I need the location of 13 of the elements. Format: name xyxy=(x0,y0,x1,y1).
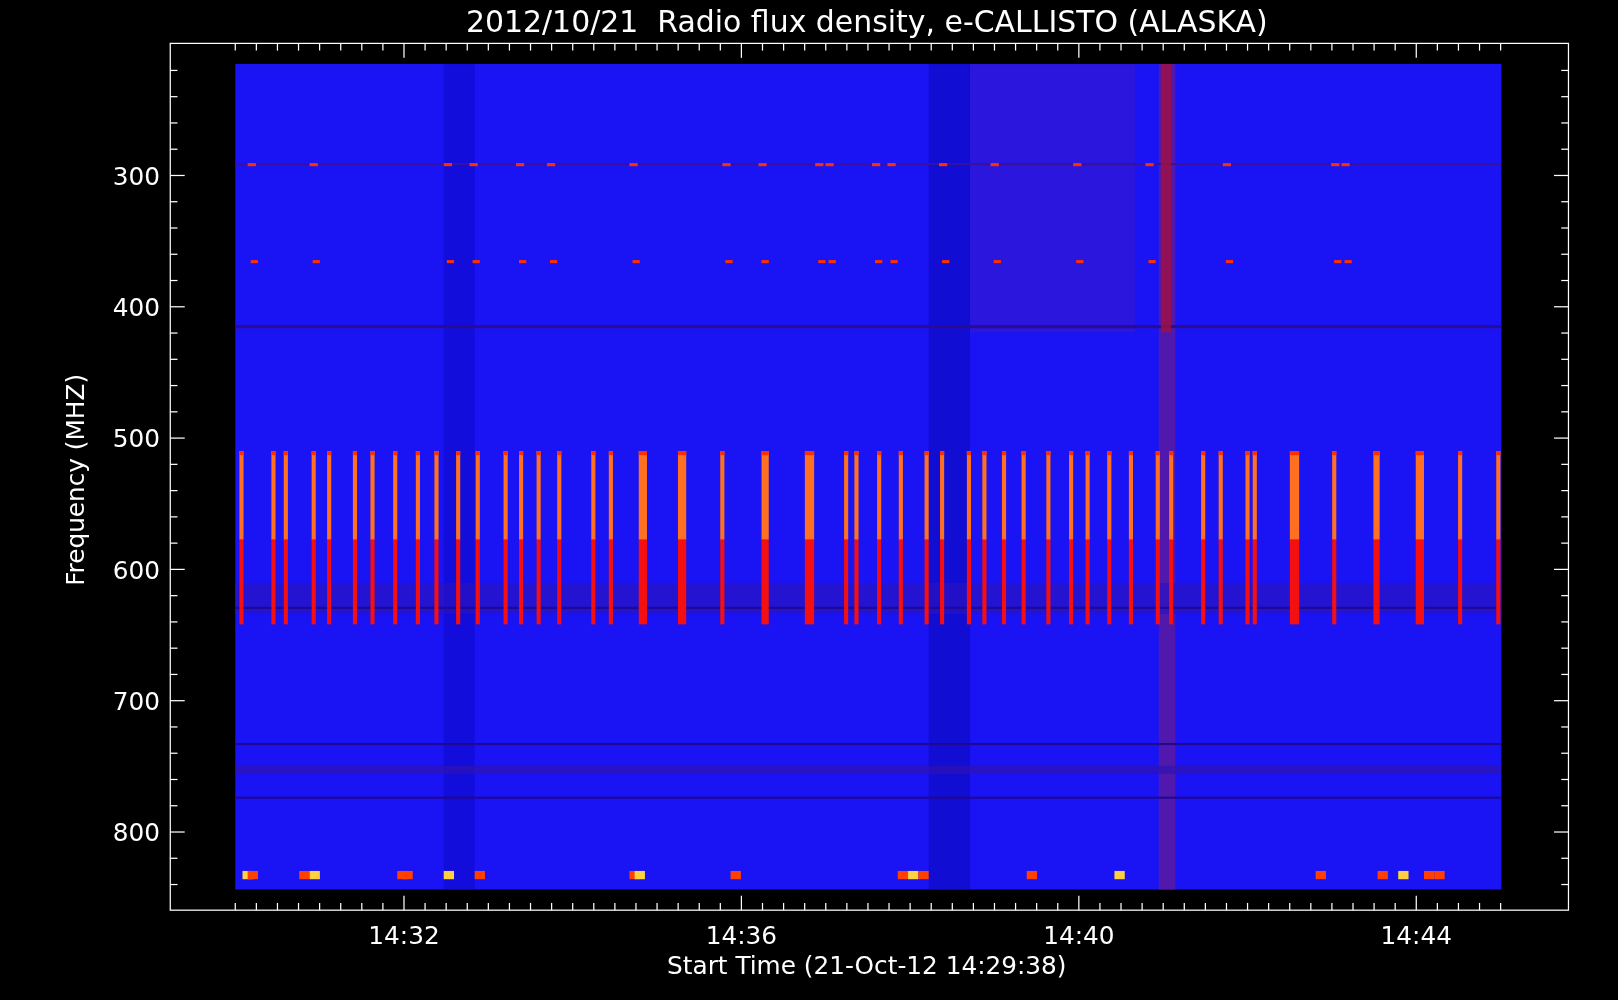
plot-title: 2012/10/21 Radio flux density, e-CALLISTO (ALASKA) xyxy=(465,4,1268,40)
y-tick-label: 600 xyxy=(112,555,160,585)
x-tick-label: 14:44 xyxy=(1380,921,1452,951)
y-tick-label: 300 xyxy=(112,161,160,191)
y-axis-label: Frequency (MHZ) xyxy=(60,373,90,586)
y-tick-label: 800 xyxy=(112,818,160,848)
x-axis-label: Start Time (21-Oct-12 14:29:38) xyxy=(667,951,1067,981)
y-tick-label: 400 xyxy=(112,293,160,323)
x-tick-label: 14:36 xyxy=(705,921,778,951)
x-tick-label: 14:40 xyxy=(1043,921,1115,951)
x-tick-label: 14:32 xyxy=(368,921,440,951)
y-tick-label: 500 xyxy=(112,424,160,454)
y-tick-label: 700 xyxy=(112,687,160,716)
